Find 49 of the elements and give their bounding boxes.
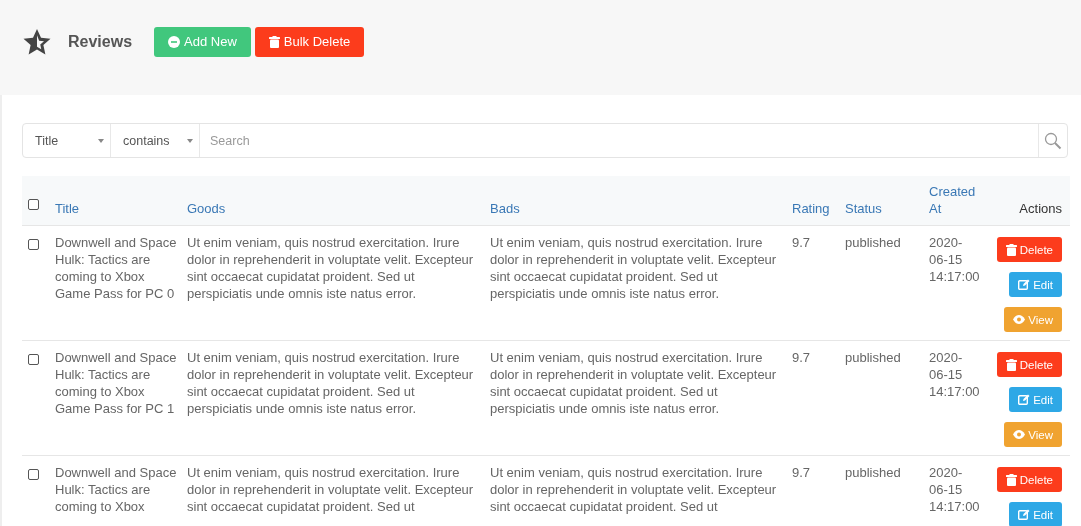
eye-icon bbox=[1013, 430, 1026, 439]
bads-text: Ut enim veniam, quis nostrud exercitation. Irure dolor in reprehenderit in voluptate velit. Excepteur sint occaecat cupidatat proident. Sed ut perspiciatis unde omnis iste natus error. bbox=[490, 350, 777, 416]
search-bar[interactable]: Title contains Search bbox=[22, 123, 1068, 158]
status-text: published bbox=[845, 465, 901, 480]
rating-value: 9.7 bbox=[792, 350, 811, 365]
created-date: 2020-06-15 14:17:00 bbox=[929, 235, 980, 284]
edit-button[interactable]: Edit bbox=[1009, 387, 1062, 412]
review-title: Downwell and Space Hulk: Tactics are coming to Xbox bbox=[55, 465, 177, 514]
eye-icon bbox=[1013, 315, 1026, 324]
circle-icon bbox=[168, 35, 181, 48]
checkbox[interactable] bbox=[28, 354, 39, 365]
trash-icon bbox=[268, 35, 280, 48]
delete-button[interactable]: Delete bbox=[996, 467, 1062, 492]
bads-text: Ut enim veniam, quis nostrud exercitation. Irure dolor in reprehenderit in voluptate velit. Excepteur sint occaecat cupidatat proident. Sed ut bbox=[490, 465, 777, 514]
field-select[interactable]: Title bbox=[23, 124, 111, 157]
goods-text: Ut enim veniam, quis nostrud exercitation. Irure dolor in reprehenderit in voluptate velit. Excepteur sint occaecat cupidatat proident. Sed ut perspiciatis unde omnis iste natus error. bbox=[187, 350, 474, 416]
delete-button[interactable]: Delete bbox=[996, 352, 1062, 377]
view-button[interactable]: View bbox=[1004, 422, 1062, 447]
edit-button[interactable]: Edit bbox=[1009, 502, 1062, 526]
delete-button[interactable]: Delete bbox=[996, 237, 1062, 262]
review-title: Downwell and Space Hulk: Tactics are coming to Xbox Game Pass for PC 1 bbox=[55, 350, 177, 416]
created-date: 2020-06-15 14:17:00 bbox=[929, 350, 980, 399]
column-header: Actions bbox=[1018, 200, 1062, 217]
bads-text: Ut enim veniam, quis nostrud exercitation. Irure dolor in reprehenderit in voluptate velit. Excepteur sint occaecat cupidatat proident. Sed ut perspiciatis unde omnis iste natus error. bbox=[490, 235, 777, 301]
status-text: published bbox=[845, 350, 901, 365]
checkbox[interactable] bbox=[28, 239, 39, 250]
edit-icon bbox=[1018, 394, 1031, 405]
search-field[interactable]: Search bbox=[200, 124, 1038, 157]
trash-icon bbox=[1005, 473, 1017, 486]
add-new-button[interactable]: Add New bbox=[154, 26, 251, 57]
rating-value: 9.7 bbox=[792, 235, 811, 250]
trash-icon bbox=[1005, 358, 1017, 371]
goods-text: Ut enim veniam, quis nostrud exercitation. Irure dolor in reprehenderit in voluptate velit. Excepteur sint occaecat cupidatat proident. Sed ut perspiciatis unde omnis iste natus error. bbox=[187, 235, 474, 301]
review-title: Downwell and Space Hulk: Tactics are coming to Xbox Game Pass for PC 0 bbox=[55, 235, 177, 301]
goods-text: Ut enim veniam, quis nostrud exercitation. Irure dolor in reprehenderit in voluptate velit. Excepteur sint occaecat cupidatat proident. Sed ut bbox=[187, 465, 474, 514]
rating-value: 9.7 bbox=[792, 465, 811, 480]
page-title: Reviews bbox=[68, 32, 133, 51]
view-button[interactable]: View bbox=[1004, 307, 1062, 332]
created-date: 2020-06-15 14:17:00 bbox=[929, 465, 980, 514]
search-icon bbox=[1044, 131, 1062, 150]
edit-icon bbox=[1018, 509, 1031, 520]
checkbox[interactable] bbox=[28, 469, 39, 480]
checkbox[interactable] bbox=[28, 199, 39, 210]
bulk-delete-button[interactable]: Bulk Delete bbox=[254, 26, 365, 57]
edit-button[interactable]: Edit bbox=[1009, 272, 1062, 297]
edit-icon bbox=[1018, 279, 1031, 290]
trash-icon bbox=[1005, 243, 1017, 256]
operator-select[interactable]: contains bbox=[111, 124, 200, 157]
status-text: published bbox=[845, 235, 901, 250]
